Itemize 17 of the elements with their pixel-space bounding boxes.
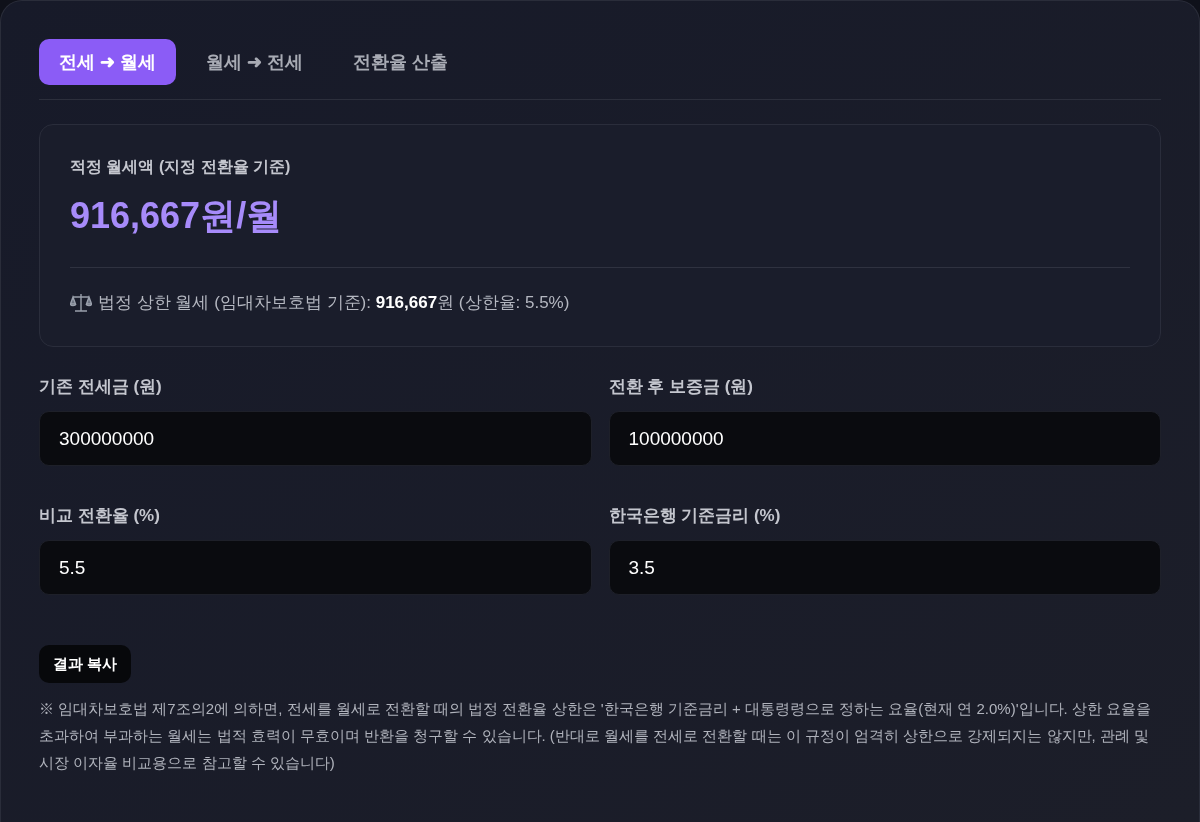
result-value: 916,667원/월	[70, 194, 284, 238]
field-label: 전환 후 보증금 (원)	[608, 376, 754, 398]
field-label: 비교 전환율 (%)	[39, 505, 161, 527]
input-field[interactable]: 5.5	[39, 540, 592, 595]
tab[interactable]: 전세 ➜ 월세	[39, 39, 176, 85]
legal-footnote: ※ 임대차보호법 제7조의2에 의하면, 전세를 월세로 전환할 때의 법정 전환율 상한은 '한국은행 기준금리 + 대통령령으로 정하는 요율(현재 연 2.0%)'입니다. 상한 요율을 초과하여 부과하는 월세는 법적 효력이 무효이며 반환을 청구할 수 있습니다. (반대로 월세를 전세로 전환할 때는 이 규정이 엄격히 상한으로 강제되지는 않지만, 관례 및 시장 이자율 비교용으로 참고할 수 있습니다)	[39, 699, 1153, 773]
scale-icon	[70, 293, 92, 313]
input-field[interactable]: 300000000	[39, 411, 592, 466]
field-label: 한국은행 기준금리 (%)	[608, 505, 782, 527]
copy-result-button[interactable]: 결과 복사	[39, 645, 132, 683]
field-label: 기존 전세금 (원)	[39, 376, 163, 398]
tab[interactable]: 월세 ➜ 전세	[186, 39, 324, 85]
tab[interactable]: 전환율 산출	[333, 39, 469, 85]
input-field[interactable]: 100000000	[608, 411, 1161, 466]
legal-cap-note: 법정 상한 월세 (임대차보호법 기준): 916,667원 (상한율: 5.5%)	[98, 292, 570, 314]
result-label: 적정 월세액 (지정 전환율 기준)	[70, 157, 292, 177]
input-field[interactable]: 3.5	[608, 540, 1161, 595]
